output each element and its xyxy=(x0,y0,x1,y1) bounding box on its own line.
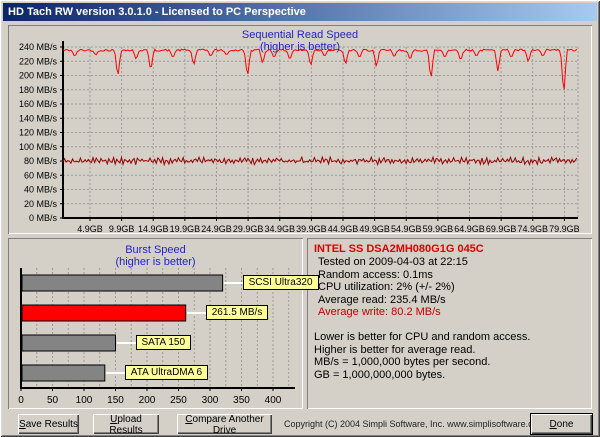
y-axis-tick-label: 140 MB/s xyxy=(19,113,58,123)
y-axis-tick-label: 0 MB/s xyxy=(29,213,58,223)
window-titlebar[interactable]: HD Tach RW version 3.0.1.0 - Licensed to… xyxy=(3,3,597,21)
x-axis-tick-label: 4.9GB xyxy=(77,224,103,234)
save-results-button[interactable]: Save Results xyxy=(18,414,79,434)
bar-label-connector xyxy=(116,342,136,344)
note-higher-is-better: Higher is better for average read. xyxy=(314,343,476,356)
bar-label: SATA 150 xyxy=(135,335,192,350)
y-axis-tick-label: 100 MB/s xyxy=(19,142,58,152)
burst-axis-tick-label: 50 xyxy=(47,395,59,406)
x-axis-tick-label: 49.9GB xyxy=(359,224,390,234)
x-axis-tick-label: 19.9GB xyxy=(170,224,201,234)
y-axis-tick-label: 160 MB/s xyxy=(19,99,58,109)
x-axis-tick-label: 44.9GB xyxy=(328,224,359,234)
x-axis-tick-label: 74.9GB xyxy=(517,224,548,234)
burst-bar xyxy=(21,304,187,322)
x-axis-tick-label: 79.9GB xyxy=(549,224,580,234)
done-button[interactable]: Done xyxy=(530,413,593,435)
x-axis-tick-label: 14.9GB xyxy=(138,224,169,234)
burst-axis-tick-label: 100 xyxy=(76,395,93,406)
y-axis-tick-label: 80 MB/s xyxy=(24,156,58,166)
burst-bar xyxy=(21,334,116,352)
y-axis-tick-label: 180 MB/s xyxy=(19,85,58,95)
burst-axis-tick-label: 400 xyxy=(265,395,282,406)
bar-label: SCSI Ultra320 xyxy=(242,275,319,290)
y-axis-tick-label: 240 MB/s xyxy=(19,42,58,52)
x-axis-tick-label: 69.9GB xyxy=(486,224,517,234)
x-axis-tick-label: 29.9GB xyxy=(233,224,264,234)
x-axis-tick-label: 39.9GB xyxy=(296,224,327,234)
drive-info-panel: INTEL SS DSA2MH080G1G 045C Tested on 200… xyxy=(307,238,592,409)
drive-model-title: INTEL SS DSA2MH080G1G 045C xyxy=(314,243,484,255)
info-line-tested-on: Tested on 2009-04-03 at 22:15 xyxy=(318,256,468,269)
y-axis-tick-label: 60 MB/s xyxy=(24,170,58,180)
accesskey-underline: S xyxy=(19,418,26,430)
bar-label: 261.5 MB/s xyxy=(205,305,269,320)
y-axis-tick-label: 40 MB/s xyxy=(24,185,58,195)
accesskey-underline: U xyxy=(110,414,118,425)
bar-label-connector xyxy=(105,372,125,374)
burst-bar xyxy=(21,364,106,382)
info-line-average-write: Average write: 80.2 MB/s xyxy=(318,306,441,319)
x-axis-tick-label: 64.9GB xyxy=(454,224,485,234)
y-axis-tick-label: 220 MB/s xyxy=(19,56,58,66)
note-gb-definition: GB = 1,000,000,000 bytes. xyxy=(314,368,446,381)
burst-axis-tick-label: 350 xyxy=(233,395,250,406)
burst-speed-chart: 0 50 100 150 200 250 300 350 400 xyxy=(18,268,295,406)
burst-axis-tick-label: 150 xyxy=(107,395,124,406)
sequential-read-chart: 240 MB/s 220 MB/s 200 MB/s 180 MB/s 160 MB/s… xyxy=(19,41,580,234)
x-axis-tick-label: 54.9GB xyxy=(391,224,422,234)
sequential-read-chart-panel: Sequential Read Speed (higher is better)… xyxy=(8,25,592,234)
info-line-average-read: Average read: 235.4 MB/s xyxy=(318,293,446,306)
bar-label-connector xyxy=(186,312,206,314)
x-axis-tick-label: 9.9GB xyxy=(109,224,135,234)
burst-speed-chart-panel: Burst Speed (higher is better) 0 50 100 150… xyxy=(8,238,319,409)
compare-another-drive-button[interactable]: Compare Another Drive xyxy=(177,414,272,436)
y-axis-tick-label: 200 MB/s xyxy=(19,71,58,81)
x-axis-tick-label: 24.9GB xyxy=(201,224,232,234)
note-lower-is-better: Lower is better for CPU and random acces… xyxy=(314,331,531,344)
accesskey-underline: C xyxy=(185,414,193,425)
burst-bar xyxy=(21,274,224,292)
burst-axis-tick-label: 200 xyxy=(139,395,156,406)
burst-axis-tick-label: 0 xyxy=(18,395,24,406)
burst-axis-tick-label: 300 xyxy=(202,395,219,406)
bar-label-connector xyxy=(223,282,243,284)
y-axis-tick-label: 120 MB/s xyxy=(19,128,58,138)
info-line-cpu-utilization: CPU utilization: 2% (+/- 2%) xyxy=(318,281,455,294)
note-mbs-definition: MB/s = 1,000,000 bytes per second. xyxy=(314,356,491,369)
info-line-random-access: Random access: 0.1ms xyxy=(318,268,433,281)
app-window: HD Tach RW version 3.0.1.0 - Licensed to… xyxy=(0,0,600,437)
x-axis-tick-label: 59.9GB xyxy=(423,224,454,234)
x-axis-tick-label: 34.9GB xyxy=(264,224,295,234)
burst-axis-tick-label: 250 xyxy=(170,395,187,406)
read-speed-line xyxy=(62,48,578,90)
y-axis-tick-label: 20 MB/s xyxy=(24,199,58,209)
copyright-text: Copyright (C) 2004 Simpli Software, Inc.… xyxy=(284,419,546,429)
bar-label: ATA UltraDMA 6 xyxy=(124,365,209,380)
accesskey-underline: D xyxy=(549,418,557,430)
upload-results-button[interactable]: Upload Results xyxy=(93,414,159,436)
